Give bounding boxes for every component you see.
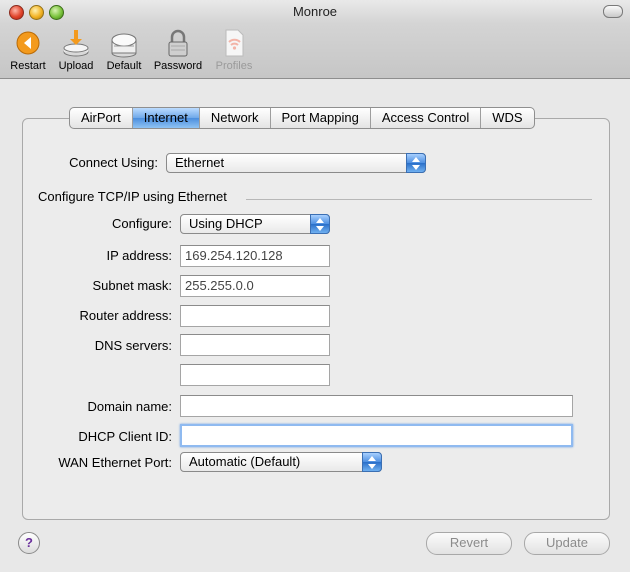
tab-access-control[interactable]: Access Control [371, 108, 482, 128]
restart-button[interactable]: Restart [8, 28, 48, 72]
subnet-mask-label: Subnet mask: [92, 278, 173, 293]
default-icon [108, 28, 140, 58]
connect-using-popup[interactable]: Ethernet [166, 153, 426, 173]
configure-popup[interactable]: Using DHCP [180, 214, 330, 234]
upload-icon [60, 28, 92, 58]
tab-airport[interactable]: AirPort [70, 108, 133, 128]
update-button[interactable]: Update [524, 532, 610, 555]
tab-wds[interactable]: WDS [481, 108, 533, 128]
help-button[interactable]: ? [18, 532, 40, 554]
ip-address-label: IP address: [106, 248, 172, 263]
password-button[interactable]: Password [152, 28, 204, 72]
router-address-field[interactable] [180, 305, 330, 327]
dhcp-client-id-field[interactable] [180, 424, 573, 447]
window-title: Monroe [292, 4, 338, 19]
section-title: Configure TCP/IP using Ethernet [38, 189, 227, 204]
popup-arrows-icon [362, 452, 382, 472]
connect-using-value: Ethernet [175, 155, 225, 170]
upload-button[interactable]: Upload [55, 28, 97, 72]
default-button[interactable]: Default [103, 28, 145, 72]
dns-servers-label: DNS servers: [94, 338, 172, 353]
window-toolbar: Monroe Restart Upload Default Password P… [0, 0, 630, 79]
popup-arrows-icon [406, 153, 426, 173]
domain-name-field[interactable] [180, 395, 573, 417]
subnet-mask-field[interactable]: 255.255.0.0 [180, 275, 330, 297]
connect-using-label: Connect Using: [69, 155, 158, 170]
router-address-label: Router address: [79, 308, 173, 323]
lock-icon [162, 28, 194, 58]
section-divider [246, 199, 592, 200]
tab-port-mapping[interactable]: Port Mapping [271, 108, 371, 128]
toolbar-toggle-button[interactable] [603, 5, 623, 18]
tab-network[interactable]: Network [200, 108, 271, 128]
wan-port-label: WAN Ethernet Port: [58, 455, 172, 470]
popup-arrows-icon [310, 214, 330, 234]
configure-value: Using DHCP [189, 216, 263, 231]
configure-label: Configure: [112, 216, 172, 231]
ip-address-field[interactable]: 169.254.120.128 [180, 245, 330, 267]
revert-button[interactable]: Revert [426, 532, 512, 555]
dhcp-client-id-label: DHCP Client ID: [78, 429, 172, 444]
tab-internet[interactable]: Internet [132, 108, 200, 128]
restart-icon [12, 28, 44, 58]
domain-name-label: Domain name: [87, 399, 172, 414]
dns-server-2-field[interactable] [180, 364, 330, 386]
profiles-button[interactable]: Profiles [212, 28, 256, 72]
profiles-icon [218, 28, 250, 58]
dns-server-1-field[interactable] [180, 334, 330, 356]
tab-bar: AirPort Internet Network Port Mapping Ac… [69, 107, 535, 129]
wan-port-value: Automatic (Default) [189, 454, 301, 469]
wan-port-popup[interactable]: Automatic (Default) [180, 452, 382, 472]
